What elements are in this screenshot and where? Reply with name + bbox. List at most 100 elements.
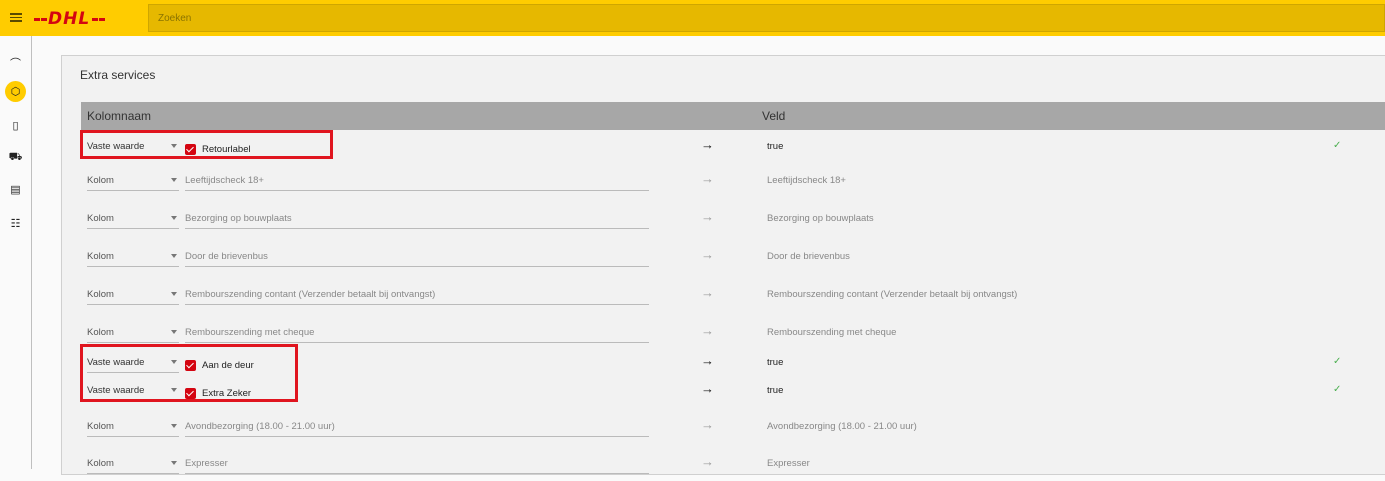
table-row: Kolom Expresser → Expresser (81, 451, 1385, 481)
column-input-value: Avondbezorging (18.00 - 21.00 uur) (185, 421, 335, 432)
arrow-right-icon: → (701, 247, 714, 262)
caret-down-icon (171, 216, 177, 220)
search-input[interactable] (149, 5, 1385, 31)
field-value: Avondbezorging (18.00 - 21.00 uur) (767, 421, 917, 432)
caret-down-icon (171, 360, 177, 364)
source-value: Kolom (87, 421, 114, 432)
package-icon[interactable]: ⬡ (5, 81, 26, 102)
source-select[interactable]: Kolom (87, 282, 179, 305)
column-input[interactable]: Leeftijdscheck 18+ (185, 168, 649, 191)
source-value: Vaste waarde (87, 141, 145, 152)
column-input-value: Door de brievenbus (185, 251, 268, 262)
check-icon: ✓ (1333, 356, 1342, 367)
source-value: Kolom (87, 327, 114, 338)
column-input-value: Rembourszending met cheque (185, 327, 315, 338)
source-select[interactable]: Kolom (87, 320, 179, 343)
field-value: Expresser (767, 458, 810, 469)
source-select[interactable]: Kolom (87, 414, 179, 437)
source-value: Kolom (87, 175, 114, 186)
column-input[interactable]: Expresser (185, 451, 649, 474)
column-input-value: Rembourszending contant (Verzender betaa… (185, 289, 436, 300)
section-title: Extra services (80, 68, 156, 82)
source-select[interactable]: Kolom (87, 206, 179, 229)
table-row: Kolom Door de brievenbus → Door de briev… (81, 244, 1385, 274)
field-value: Leeftijdscheck 18+ (767, 175, 846, 186)
arrow-right-icon: → (701, 285, 714, 300)
caret-down-icon (171, 330, 177, 334)
col-name-header: Kolomnaam (87, 109, 152, 123)
checkbox[interactable] (185, 387, 196, 399)
arrow-right-icon: → (701, 417, 714, 432)
arrow-right-icon: → (701, 209, 714, 224)
caret-down-icon (171, 292, 177, 296)
gauge-icon[interactable]: ⌒ (5, 52, 26, 73)
table-row: Kolom Leeftijdscheck 18+ → Leeftijdschec… (81, 168, 1385, 198)
column-input[interactable]: Avondbezorging (18.00 - 21.00 uur) (185, 414, 649, 437)
table-row: Kolom Bezorging op bouwplaats → Bezorgin… (81, 206, 1385, 236)
source-select[interactable]: Kolom (87, 451, 179, 474)
table-row: Kolom Avondbezorging (18.00 - 21.00 uur)… (81, 414, 1385, 444)
arrow-right-icon: → (701, 454, 714, 469)
search-box[interactable] (148, 4, 1385, 32)
table-header: Kolomnaam Veld (81, 102, 1385, 130)
column-input-value: Bezorging op bouwplaats (185, 213, 292, 224)
caret-down-icon (171, 254, 177, 258)
source-select[interactable]: Kolom (87, 168, 179, 191)
column-input[interactable]: Bezorging op bouwplaats (185, 206, 649, 229)
field-value: Rembourszending contant (Verzender betaa… (767, 289, 1018, 300)
clipboard-icon[interactable]: ▤ (5, 179, 26, 200)
checkbox-label: Retourlabel (202, 143, 251, 155)
checkbox-label: Aan de deur (202, 359, 254, 371)
arrow-right-icon: → (701, 381, 714, 396)
caret-down-icon (171, 178, 177, 182)
table-row: Vaste waarde Retourlabel → true ✓ (81, 134, 1385, 164)
checkbox[interactable] (185, 143, 196, 155)
field-value: true (767, 357, 784, 368)
checkbox-field: Aan de deur (185, 358, 254, 372)
arrow-right-icon: → (701, 323, 714, 338)
field-value: true (767, 385, 784, 396)
caret-down-icon (171, 388, 177, 392)
arrow-right-icon: → (701, 137, 714, 152)
column-input[interactable]: Rembourszending met cheque (185, 320, 649, 343)
source-value: Kolom (87, 458, 114, 469)
column-input-value: Expresser (185, 458, 228, 469)
sidebar: ⌒ ⬡ ▯ ⛟ ▤ ☷ (0, 36, 32, 469)
table-row: Vaste waarde Aan de deur → true ✓ (81, 350, 1385, 380)
column-input-value: Leeftijdscheck 18+ (185, 175, 264, 186)
table-row: Vaste waarde Extra Zeker → true ✓ (81, 378, 1385, 408)
checkbox-label: Extra Zeker (202, 387, 252, 399)
field-header: Veld (762, 109, 786, 123)
checkbox[interactable] (185, 359, 196, 371)
check-icon: ✓ (1333, 140, 1342, 151)
book-icon[interactable]: ▯ (5, 115, 26, 136)
top-bar: DHL (0, 0, 1385, 36)
column-input[interactable]: Rembourszending contant (Verzender betaa… (185, 282, 649, 305)
truck-icon[interactable]: ⛟ (5, 147, 26, 168)
source-value: Vaste waarde (87, 385, 145, 396)
source-value: Vaste waarde (87, 357, 145, 368)
extra-services-card: Extra services Kolomnaam Veld Vaste waar… (61, 55, 1385, 475)
source-value: Kolom (87, 289, 114, 300)
caret-down-icon (171, 461, 177, 465)
menu-icon[interactable] (10, 11, 22, 23)
sliders-icon[interactable]: ☷ (5, 213, 26, 234)
source-select[interactable]: Vaste waarde (87, 134, 179, 157)
caret-down-icon (171, 144, 177, 148)
column-input[interactable]: Door de brievenbus (185, 244, 649, 267)
checkbox-field: Retourlabel (185, 142, 251, 156)
check-icon: ✓ (1333, 384, 1342, 395)
table-row: Kolom Rembourszending met cheque → Rembo… (81, 320, 1385, 350)
source-select[interactable]: Kolom (87, 244, 179, 267)
table-row: Kolom Rembourszending contant (Verzender… (81, 282, 1385, 312)
field-value: Bezorging op bouwplaats (767, 213, 874, 224)
dhl-logo: DHL (34, 9, 106, 29)
arrow-right-icon: → (701, 171, 714, 186)
checkbox-field: Extra Zeker (185, 386, 251, 400)
source-select[interactable]: Vaste waarde (87, 350, 179, 373)
source-select[interactable]: Vaste waarde (87, 378, 179, 401)
field-value: true (767, 141, 784, 152)
caret-down-icon (171, 424, 177, 428)
arrow-right-icon: → (701, 353, 714, 368)
logo-text: DHL (48, 9, 91, 29)
